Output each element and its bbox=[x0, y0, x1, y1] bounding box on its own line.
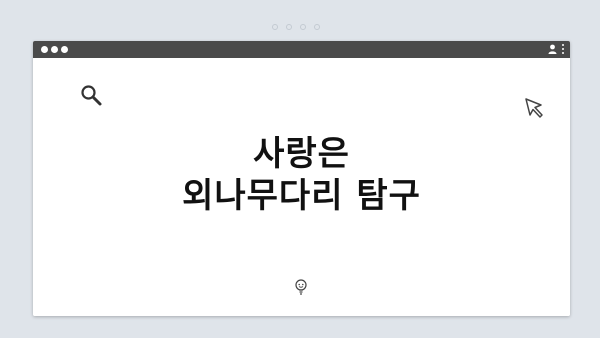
pagination-dot[interactable] bbox=[272, 24, 278, 30]
titlebar-actions bbox=[548, 44, 564, 54]
pagination-dot[interactable] bbox=[314, 24, 320, 30]
user-icon[interactable] bbox=[548, 44, 557, 54]
window-dot-minimize[interactable] bbox=[51, 46, 58, 53]
search-icon bbox=[81, 85, 102, 106]
window-dot-close[interactable] bbox=[41, 46, 48, 53]
headline-line-1: 사랑은 bbox=[253, 134, 350, 174]
browser-window: 사랑은 외나무다리 탐구 bbox=[33, 41, 570, 316]
pagination-dots bbox=[272, 24, 320, 30]
window-controls bbox=[41, 46, 68, 53]
kebab-menu-icon[interactable] bbox=[561, 44, 564, 54]
cursor-icon bbox=[525, 98, 543, 118]
headline: 사랑은 외나무다리 탐구 bbox=[33, 133, 570, 217]
pagination-dot[interactable] bbox=[286, 24, 292, 30]
window-titlebar bbox=[33, 41, 570, 58]
window-dot-maximize[interactable] bbox=[61, 46, 68, 53]
pagination-dot[interactable] bbox=[300, 24, 306, 30]
page-content: 사랑은 외나무다리 탐구 bbox=[33, 58, 570, 316]
headline-line-2: 외나무다리 탐구 bbox=[182, 176, 421, 216]
lightbulb-icon bbox=[295, 279, 307, 295]
